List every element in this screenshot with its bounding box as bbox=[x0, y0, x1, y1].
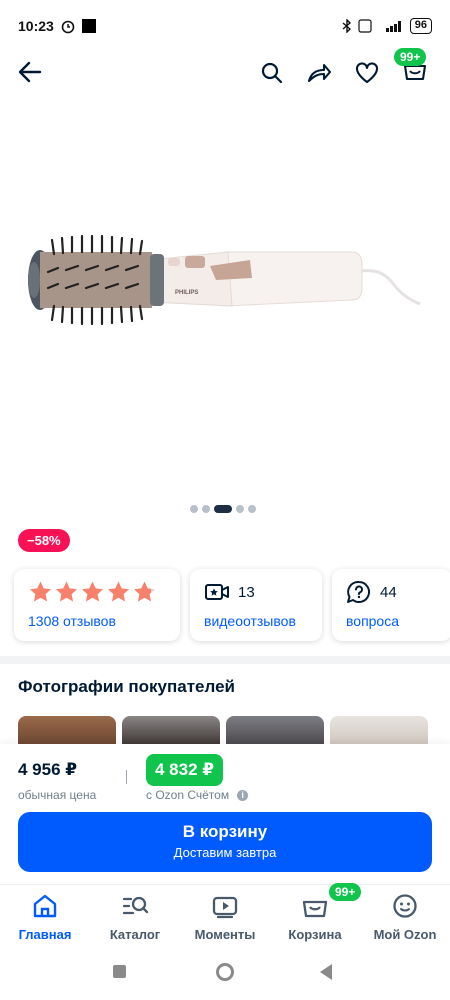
cart-badge: 99+ bbox=[394, 48, 427, 66]
alarm-icon bbox=[61, 20, 75, 34]
price-panel: 4 956 ₽ обычная цена 4 832 ₽ с Ozon Счёт… bbox=[0, 744, 450, 884]
ozon-card-label-text: с Ozon Счётом bbox=[146, 788, 230, 802]
cart-icon bbox=[302, 900, 328, 918]
home-button[interactable] bbox=[216, 963, 234, 981]
ozon-card-price-label: с Ozon Счётом i bbox=[146, 788, 249, 802]
customer-photos-strip[interactable] bbox=[18, 716, 428, 746]
questions-label[interactable]: вопроса bbox=[346, 613, 438, 629]
customer-photo[interactable] bbox=[122, 716, 220, 746]
battery-indicator: 96 bbox=[409, 18, 432, 34]
customer-photo[interactable] bbox=[226, 716, 324, 746]
notification-icon bbox=[81, 19, 96, 33]
tab-label: Корзина bbox=[288, 927, 342, 942]
star-icon bbox=[108, 581, 129, 602]
header-cart-button[interactable]: 99+ bbox=[394, 48, 428, 87]
rating-card[interactable]: 1308 отзывов bbox=[14, 569, 180, 641]
share-icon[interactable] bbox=[306, 61, 332, 85]
svg-text:PHILIPS: PHILIPS bbox=[175, 290, 198, 296]
home-icon bbox=[33, 894, 57, 918]
image-carousel-pagination[interactable] bbox=[190, 505, 256, 513]
star-icon bbox=[82, 581, 103, 602]
carousel-dot[interactable] bbox=[190, 505, 198, 513]
questions-card[interactable]: 44 вопроса bbox=[332, 569, 450, 641]
bluetooth-icon bbox=[342, 19, 351, 33]
regular-price-label: обычная цена bbox=[18, 788, 97, 802]
system-back-button[interactable] bbox=[320, 964, 332, 980]
discount-badge: −58% bbox=[18, 529, 70, 552]
video-reviews-card[interactable]: 13 видеоотзывов bbox=[190, 569, 322, 641]
moments-icon bbox=[212, 896, 238, 919]
product-stats: 1308 отзывов 13 видеоотзывов 44 вопроса bbox=[14, 569, 450, 641]
volte-icon bbox=[358, 19, 372, 33]
info-icon[interactable]: i bbox=[237, 789, 249, 801]
reviews-count-link[interactable]: 1308 отзывов bbox=[28, 613, 166, 629]
tab-moments[interactable]: Моменты bbox=[180, 885, 270, 946]
carousel-dot[interactable] bbox=[202, 505, 210, 513]
delivery-subtitle: Доставим завтра bbox=[173, 845, 277, 860]
customer-photo[interactable] bbox=[18, 716, 116, 746]
tab-home[interactable]: Главная bbox=[0, 885, 90, 946]
status-bar: 10:23 96 bbox=[0, 0, 450, 52]
carousel-dot[interactable] bbox=[236, 505, 244, 513]
tab-label: Главная bbox=[18, 927, 72, 942]
product-image-hair-styler[interactable]: PHILIPS bbox=[0, 190, 450, 360]
section-divider bbox=[0, 656, 450, 664]
tab-cart-badge: 99+ bbox=[329, 883, 362, 901]
top-navigation: 99+ bbox=[0, 48, 450, 92]
star-icon bbox=[56, 581, 77, 602]
catalog-search-icon bbox=[122, 896, 149, 915]
star-half-icon bbox=[134, 581, 155, 602]
price-divider bbox=[126, 770, 127, 784]
tab-label: Мой Ozon bbox=[373, 927, 437, 942]
carousel-dot[interactable] bbox=[248, 505, 256, 513]
regular-price: 4 956 ₽ bbox=[18, 760, 78, 779]
add-to-cart-button[interactable]: В корзину Доставим завтра bbox=[18, 812, 432, 872]
status-time: 10:23 bbox=[18, 18, 54, 34]
tab-label: Каталог bbox=[109, 927, 161, 942]
favorite-heart-icon[interactable] bbox=[354, 61, 380, 85]
customer-photos-title: Фотографии покупателей bbox=[18, 677, 235, 696]
bottom-tab-bar: Главная Каталог Моменты 99+ Корзина Мой … bbox=[0, 883, 450, 946]
carousel-dot-active[interactable] bbox=[214, 505, 232, 513]
system-navigation-bar bbox=[0, 946, 450, 1000]
profile-icon bbox=[393, 894, 417, 918]
add-to-cart-title: В корзину bbox=[182, 822, 268, 841]
recents-button[interactable] bbox=[113, 965, 126, 978]
video-reviews-label[interactable]: видеоотзывов bbox=[204, 613, 308, 629]
video-count: 13 bbox=[238, 583, 255, 601]
ozon-card-price: 4 832 ₽ bbox=[146, 754, 224, 786]
tab-cart[interactable]: 99+ Корзина bbox=[270, 883, 362, 946]
question-bubble-icon bbox=[347, 580, 370, 603]
tab-my-ozon[interactable]: Мой Ozon bbox=[360, 885, 450, 946]
tab-catalog[interactable]: Каталог bbox=[90, 885, 180, 946]
star-icon bbox=[30, 581, 51, 602]
tab-label: Моменты bbox=[194, 927, 256, 942]
rating-stars bbox=[28, 580, 157, 604]
questions-count: 44 bbox=[380, 583, 397, 601]
customer-photo[interactable] bbox=[330, 716, 428, 746]
video-star-icon bbox=[205, 584, 229, 600]
back-arrow-icon[interactable] bbox=[16, 58, 44, 86]
signal-icon bbox=[385, 21, 401, 32]
search-icon[interactable] bbox=[260, 61, 284, 85]
